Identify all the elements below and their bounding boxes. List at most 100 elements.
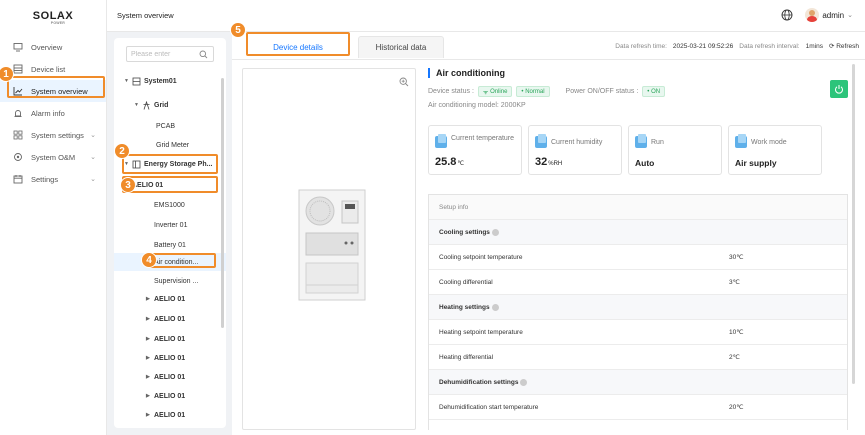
tree-node-aelio-04[interactable]: ▶ AELIO 01 xyxy=(114,330,226,348)
caret-right-icon[interactable]: ▶ xyxy=(146,316,154,322)
sidebar-menu: Overview Device list System overview Ala… xyxy=(0,36,106,190)
caret-right-icon[interactable]: ▶ xyxy=(146,355,154,361)
section-heating-settings: Heating settings xyxy=(429,295,847,320)
system-icon xyxy=(132,77,141,86)
metric-run: Run Auto xyxy=(628,125,722,175)
air-conditioner-image xyxy=(298,189,366,301)
power-icon xyxy=(835,85,843,94)
caret-down-icon[interactable]: ▼ xyxy=(124,78,132,84)
tree-node-pcab[interactable]: PCAB xyxy=(114,117,226,135)
highlight-box-2 xyxy=(122,154,218,174)
tree-node-aelio-05[interactable]: ▶ AELIO 01 xyxy=(114,349,226,367)
tree-search xyxy=(126,46,214,62)
humidity-icon xyxy=(535,134,547,148)
table-row: Dehumidification start temperature 20℃ xyxy=(429,395,847,420)
tree-node-aelio-02[interactable]: ▶ AELIO 01 xyxy=(114,290,226,308)
table-row: Cooling setpoint temperature 30℃ xyxy=(429,245,847,270)
sidebar-item-alarm-info[interactable]: Alarm info xyxy=(0,102,106,124)
section-cooling-settings: Cooling settings xyxy=(429,220,847,245)
device-model: Air conditioning model: 2000KP xyxy=(428,102,526,109)
search-icon[interactable] xyxy=(199,50,208,59)
user-menu[interactable]: admin ⌄ xyxy=(805,8,853,22)
avatar xyxy=(805,8,820,22)
highlight-box-4 xyxy=(148,253,216,268)
tab-historical-data[interactable]: Historical data xyxy=(358,36,444,58)
status-badge-normal: • Normal xyxy=(516,86,550,97)
tree-node-grid[interactable]: ▼ Grid xyxy=(114,96,226,114)
tree-node-aelio-08[interactable]: ▶ AELIO 01 xyxy=(114,406,226,424)
section-dehumidification-settings: Dehumidification settings xyxy=(429,370,847,395)
user-name: admin xyxy=(822,10,845,20)
status-badge-online: ᯤ Online xyxy=(477,86,513,97)
callout-badge-5: 5 xyxy=(230,22,246,38)
callout-badge-2: 2 xyxy=(114,143,130,159)
refresh-icon: ⟳ xyxy=(828,43,835,50)
tree-node-inverter[interactable]: Inverter 01 xyxy=(114,216,226,234)
tree-node-ems1000[interactable]: EMS1000 xyxy=(114,196,226,214)
table-row: Heating differential 2℃ xyxy=(429,345,847,370)
refresh-time-label: Data refresh time: xyxy=(615,42,667,50)
tree-node-system[interactable]: ▼ System01 xyxy=(114,72,226,90)
logo-text: SOLAX POWER xyxy=(32,10,74,25)
device-image-panel xyxy=(242,68,416,430)
caret-right-icon[interactable]: ▶ xyxy=(146,374,154,380)
sidebar-item-settings[interactable]: Settings ⌄ xyxy=(0,168,106,190)
tree-node-supervision[interactable]: Supervision ... xyxy=(114,272,226,290)
power-status-badge: • ON xyxy=(642,86,666,97)
table-row: Cooling differential 3℃ xyxy=(429,270,847,295)
device-main-panel: Device details Historical data Data refr… xyxy=(232,32,865,435)
list-icon xyxy=(13,64,23,74)
tree-node-grid-meter[interactable]: Grid Meter xyxy=(114,136,226,154)
refresh-button[interactable]: ⟳ Refresh xyxy=(829,42,859,50)
tree-scrollbar[interactable] xyxy=(221,78,224,328)
caret-right-icon[interactable]: ▶ xyxy=(146,336,154,342)
sidebar-item-system-settings[interactable]: System settings ⌄ xyxy=(0,124,106,146)
caret-down-icon[interactable]: ▼ xyxy=(134,102,142,108)
caret-right-icon[interactable]: ▶ xyxy=(146,412,154,418)
chevron-down-icon: ⌄ xyxy=(90,176,96,183)
help-icon[interactable] xyxy=(520,378,528,386)
power-button[interactable] xyxy=(830,80,848,98)
refresh-time-value: 2025-03-21 09:52:26 xyxy=(672,42,734,50)
tower-icon xyxy=(142,100,151,110)
mode-icon xyxy=(735,134,747,148)
sidebar-item-system-om[interactable]: System O&M ⌄ xyxy=(0,146,106,168)
metric-current-temperature: Current temperature 25.8℃ xyxy=(428,125,522,175)
help-icon[interactable] xyxy=(491,228,499,236)
wrench-icon xyxy=(13,152,23,162)
highlight-box-1 xyxy=(7,76,105,98)
refresh-info: Data refresh time: 2025-03-21 09:52:26 D… xyxy=(615,42,859,51)
caret-right-icon[interactable]: ▶ xyxy=(146,296,154,302)
caret-right-icon[interactable]: ▶ xyxy=(146,393,154,399)
sidebar: SOLAX POWER Overview Device list System o… xyxy=(0,0,107,435)
chevron-down-icon: ⌄ xyxy=(90,132,96,139)
page-title: System overview xyxy=(117,11,174,20)
help-icon[interactable] xyxy=(491,303,499,311)
sidebar-item-label: System O&M xyxy=(31,152,76,162)
tree-node-battery[interactable]: Battery 01 xyxy=(114,236,226,254)
language-globe-icon[interactable] xyxy=(781,9,793,21)
setup-info-table: Setup info Cooling settings Cooling setp… xyxy=(428,194,848,430)
device-tree-panel: ▼ System01 ▼ Grid PCAB Grid Meter ▼ Ener… xyxy=(114,38,226,428)
run-icon xyxy=(635,134,647,148)
monitor-icon xyxy=(13,42,23,52)
table-row: Heating setpoint temperature 10℃ xyxy=(429,320,847,345)
sidebar-item-label: Device list xyxy=(31,64,66,74)
tree-node-aelio-06[interactable]: ▶ AELIO 01 xyxy=(114,368,226,386)
calendar-icon xyxy=(13,174,23,184)
metric-current-humidity: Current humidity 32%RH xyxy=(528,125,622,175)
main-scrollbar[interactable] xyxy=(852,64,855,384)
tree-search-input[interactable] xyxy=(131,50,201,58)
tree-node-aelio-07[interactable]: ▶ AELIO 01 xyxy=(114,387,226,405)
sidebar-item-label: Alarm info xyxy=(31,108,65,118)
tree-node-aelio-03[interactable]: ▶ AELIO 01 xyxy=(114,310,226,328)
device-title: Air conditioning xyxy=(428,68,848,78)
alarm-icon xyxy=(13,108,23,118)
zoom-in-icon[interactable] xyxy=(399,77,409,87)
highlight-box-5 xyxy=(246,32,350,56)
logo[interactable]: SOLAX POWER xyxy=(0,0,106,32)
sidebar-item-overview[interactable]: Overview xyxy=(0,36,106,58)
sidebar-item-label: Overview xyxy=(31,42,63,52)
device-status-line: Device status : ᯤ Online • Normal Power … xyxy=(428,86,848,97)
highlight-box-3 xyxy=(122,176,218,193)
